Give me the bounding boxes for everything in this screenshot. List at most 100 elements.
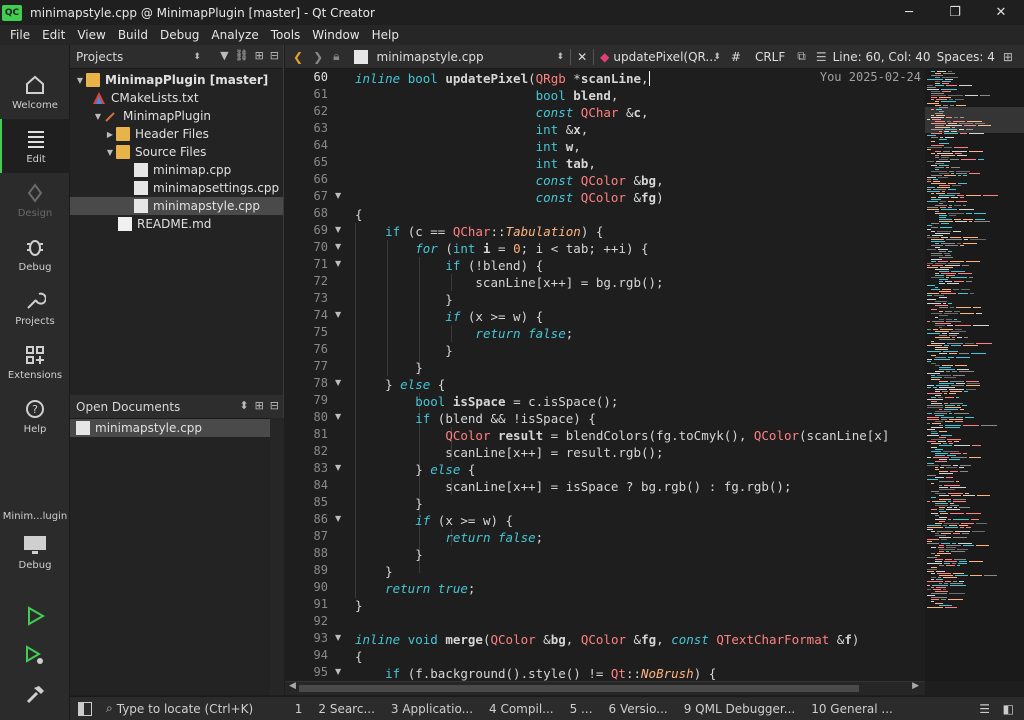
mode-welcome[interactable]: Welcome: [0, 65, 70, 119]
mode-edit[interactable]: Edit: [0, 119, 70, 173]
output-tab-general[interactable]: 10 General ...: [803, 702, 901, 716]
minimap[interactable]: [925, 69, 1024, 681]
output-tab-search[interactable]: 2 Searc...: [310, 702, 383, 716]
fold-marker-icon[interactable]: ▼: [335, 514, 341, 523]
minimap-line: [944, 403, 948, 404]
restore-button[interactable]: ❐: [932, 0, 978, 25]
menu-window[interactable]: Window: [306, 28, 365, 42]
tree-item-file-selected[interactable]: minimapstyle.cpp: [70, 197, 283, 215]
close-document-icon[interactable]: ✕: [577, 50, 587, 64]
fold-marker-icon[interactable]: ▼: [335, 225, 341, 234]
menu-tools[interactable]: Tools: [265, 28, 307, 42]
split-icon[interactable]: ⊞: [255, 49, 264, 62]
fold-marker-icon[interactable]: ▼: [335, 412, 341, 421]
mode-design[interactable]: Design: [0, 173, 70, 227]
toggle-sidebar-icon[interactable]: [78, 701, 92, 716]
minimap-line: [944, 583, 948, 584]
chevron-updown-icon[interactable]: ⬍: [557, 52, 565, 62]
fold-marker-icon[interactable]: ▼: [335, 463, 341, 472]
tree-item-readme[interactable]: README.md: [70, 215, 283, 233]
run-button[interactable]: [18, 601, 52, 631]
kit-selector[interactable]: Debug: [0, 525, 70, 579]
link-icon[interactable]: ⛓: [235, 49, 249, 62]
close-pane-icon[interactable]: ⊟: [270, 399, 279, 412]
open-documents-scrollbar[interactable]: [270, 418, 284, 695]
collapse-arrow-icon[interactable]: ▼: [104, 148, 116, 157]
menu-file[interactable]: File: [4, 28, 36, 42]
output-tab-version[interactable]: 6 Versio...: [601, 702, 676, 716]
toggle-right-sidebar-icon[interactable]: ◧: [1003, 702, 1014, 716]
minimap-viewport[interactable]: [925, 107, 1024, 133]
tree-item-header-files[interactable]: ▶ Header Files: [70, 125, 283, 143]
tree-item-file[interactable]: minimap.cpp: [70, 161, 283, 179]
minimap-line: [938, 197, 949, 198]
close-button[interactable]: ✕: [978, 0, 1024, 25]
fold-marker-icon[interactable]: ▼: [335, 667, 341, 676]
filter-icon[interactable]: ▼: [220, 49, 228, 62]
fold-marker-icon[interactable]: ▼: [335, 191, 341, 200]
menu-debug[interactable]: Debug: [154, 28, 205, 42]
fold-marker-icon[interactable]: ▼: [335, 378, 341, 387]
tree-item-file[interactable]: minimapsettings.cpp: [70, 179, 283, 197]
collapse-arrow-icon[interactable]: ▼: [92, 112, 104, 121]
locator-input[interactable]: Type to locate (Ctrl+K): [117, 702, 287, 716]
build-button[interactable]: [18, 679, 52, 709]
scroll-right-icon[interactable]: ▶: [912, 681, 919, 691]
fold-marker-icon[interactable]: ▼: [335, 310, 341, 319]
editor-horizontal-scrollbar[interactable]: ◀ ▶: [285, 681, 925, 695]
debug-run-button[interactable]: [18, 641, 52, 671]
tree-item-cmakelists[interactable]: CMakeLists.txt: [70, 89, 283, 107]
output-tab[interactable]: 1: [287, 702, 311, 716]
chevron-updown-icon[interactable]: ⬍: [239, 399, 248, 412]
preprocessor-button[interactable]: #: [731, 50, 741, 64]
menu-build[interactable]: Build: [112, 28, 154, 42]
menu-help[interactable]: Help: [366, 28, 405, 42]
minimize-button[interactable]: ─: [886, 0, 932, 25]
chevron-updown-icon[interactable]: ⬍: [713, 52, 721, 62]
mode-projects[interactable]: Projects: [0, 281, 70, 335]
indentation-setting[interactable]: Spaces: 4: [937, 50, 995, 64]
progress-details-icon[interactable]: ☰: [979, 702, 990, 716]
mode-extensions[interactable]: Extensions: [0, 335, 70, 389]
split-icon[interactable]: ⊞: [1003, 50, 1013, 64]
back-icon[interactable]: ❮: [293, 50, 303, 64]
forward-icon[interactable]: ❯: [313, 50, 323, 64]
mode-help[interactable]: ? Help: [0, 389, 70, 443]
scroll-thumb[interactable]: [299, 685, 859, 692]
folder-icon: [116, 127, 130, 141]
expand-arrow-icon[interactable]: ▶: [104, 130, 116, 139]
output-tab-application[interactable]: 3 Applicatio...: [383, 702, 481, 716]
minimap-line: [949, 525, 957, 526]
collapse-arrow-icon[interactable]: ▼: [74, 76, 86, 85]
menu-view[interactable]: View: [71, 28, 111, 42]
symbol-selector[interactable]: updatePixel(QR...: [613, 50, 717, 64]
tree-item-target[interactable]: ▼ MinimapPlugin: [70, 107, 283, 125]
output-tab-compile[interactable]: 4 Compil...: [481, 702, 562, 716]
file-selector[interactable]: minimapstyle.cpp: [377, 50, 557, 64]
split-editor-icon[interactable]: ⧉: [797, 49, 806, 64]
code-editor[interactable]: inline bool updatePixel(QRgb *scanLine, …: [347, 69, 925, 681]
scroll-left-icon[interactable]: ◀: [289, 681, 296, 691]
open-document-item[interactable]: minimapstyle.cpp: [70, 419, 270, 437]
split-icon[interactable]: ⊞: [255, 399, 264, 412]
projects-pane-title[interactable]: Projects: [76, 50, 123, 64]
line-ending-selector[interactable]: CRLF: [755, 50, 785, 64]
fold-marker-icon[interactable]: ▼: [335, 259, 341, 268]
menu-edit[interactable]: Edit: [36, 28, 71, 42]
minimap-line: [937, 153, 953, 154]
output-tab-5[interactable]: 5 ...: [562, 702, 601, 716]
minimap-line: [963, 219, 973, 220]
fold-marker-icon[interactable]: ▼: [335, 242, 341, 251]
close-pane-icon[interactable]: ⊟: [270, 49, 279, 62]
fold-marker-icon[interactable]: ▼: [335, 633, 341, 642]
menu-analyze[interactable]: Analyze: [205, 28, 264, 42]
tree-item-label: minimapstyle.cpp: [153, 199, 261, 213]
tree-item-project[interactable]: ▼ MinimapPlugin [master]: [70, 71, 283, 89]
minimap-line: [936, 99, 947, 100]
chevron-updown-icon[interactable]: ⬍: [193, 52, 201, 62]
outline-icon[interactable]: ☰: [816, 50, 827, 64]
mode-debug[interactable]: Debug: [0, 227, 70, 281]
cursor-position[interactable]: Line: 60, Col: 40: [833, 50, 931, 64]
output-tab-qml-debugger[interactable]: 9 QML Debugger...: [676, 702, 804, 716]
tree-item-source-files[interactable]: ▼ Source Files: [70, 143, 283, 161]
